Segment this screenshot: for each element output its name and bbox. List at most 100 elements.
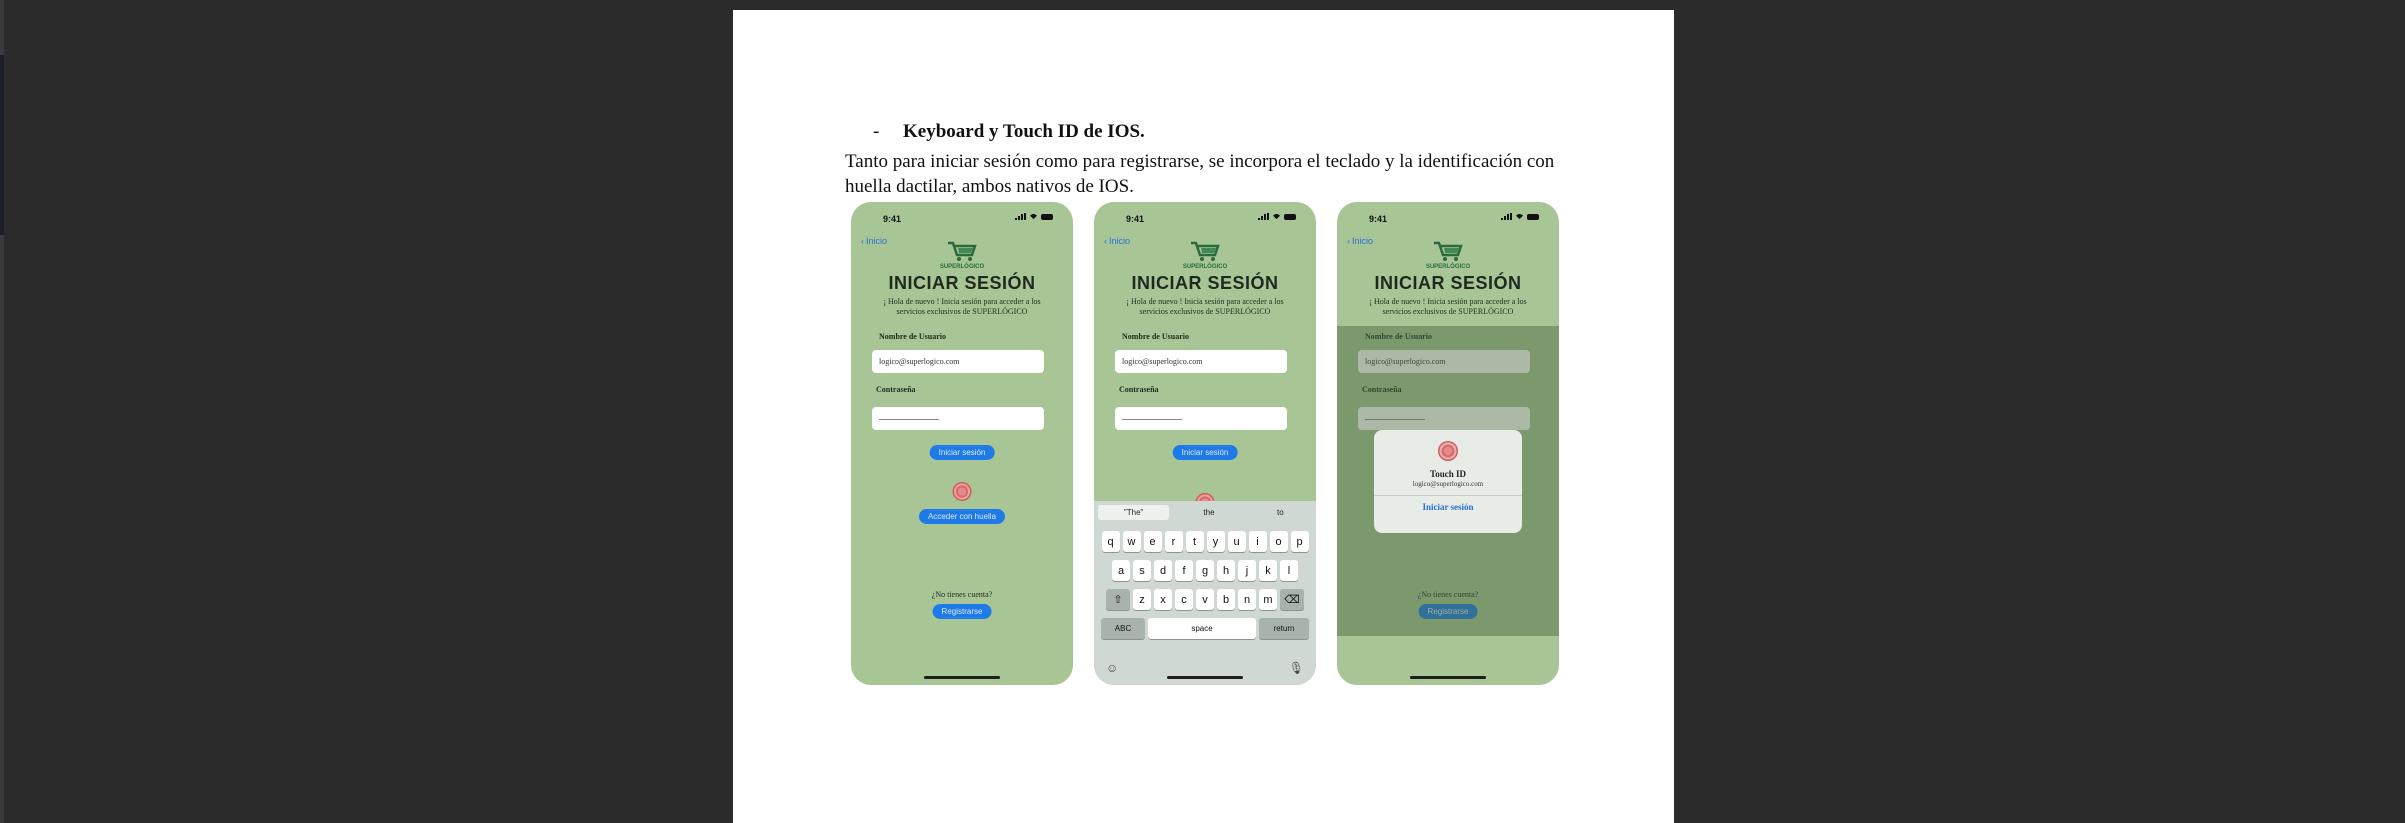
phone-login-screen: 9:41 ‹ Inicio SUPERLÓGICO INICIAR SESIÓN … <box>851 202 1073 685</box>
key[interactable]: a <box>1112 560 1130 581</box>
battery-icon <box>1284 213 1296 220</box>
key[interactable]: t <box>1185 531 1204 552</box>
signal-icon <box>1258 213 1269 220</box>
key[interactable]: h <box>1217 560 1235 581</box>
key[interactable]: u <box>1227 531 1246 552</box>
section-heading: - Keyboard y Touch ID de IOS. <box>873 121 1145 143</box>
key[interactable]: j <box>1238 560 1256 581</box>
username-label: Nombre de Usuario <box>1122 332 1189 341</box>
brand-name: SUPERLÓGICO <box>1425 264 1471 270</box>
brand-name: SUPERLÓGICO <box>939 264 985 270</box>
status-icons <box>1258 213 1296 220</box>
touch-id-account: logico@superlogico.com <box>1412 480 1484 488</box>
key[interactable]: d <box>1154 560 1172 581</box>
suggestion-item[interactable]: "The" <box>1098 504 1170 520</box>
key-row-1: q w e r t y u i o p <box>1094 531 1316 552</box>
return-key[interactable]: return <box>1259 618 1309 639</box>
key[interactable]: r <box>1164 531 1183 552</box>
back-button[interactable]: ‹ Inicio <box>1347 236 1373 246</box>
password-field[interactable] <box>1115 407 1287 430</box>
touch-id-title: Touch ID <box>1430 469 1466 479</box>
signal-icon <box>1015 213 1026 220</box>
home-indicator <box>924 676 1000 679</box>
key[interactable]: g <box>1196 560 1214 581</box>
username-field[interactable]: logico@superlogico.com <box>872 350 1044 373</box>
password-field[interactable] <box>872 407 1044 430</box>
bullet-marker: - <box>873 121 880 142</box>
username-field[interactable]: logico@superlogico.com <box>1115 350 1287 373</box>
status-time: 9:41 <box>1126 214 1145 224</box>
key[interactable]: l <box>1280 560 1298 581</box>
screen-subtitle: ¡ Hola de nuevo ! Inicia sesión para acc… <box>883 297 1041 316</box>
register-button[interactable]: Registrarse <box>932 604 992 619</box>
key[interactable]: i <box>1248 531 1267 552</box>
status-time: 9:41 <box>1369 214 1388 224</box>
home-indicator <box>1167 676 1243 679</box>
key[interactable]: s <box>1133 560 1151 581</box>
suggestion-bar: "The" the to <box>1094 501 1316 523</box>
key-row-2: a s d f g h j k l <box>1094 560 1316 581</box>
shift-icon[interactable]: ⇧ <box>1106 589 1130 610</box>
key-row-3: ⇧ z x c v b n m ⌫ <box>1094 589 1316 610</box>
cart-logo-icon <box>1434 241 1463 261</box>
home-indicator <box>1410 676 1486 679</box>
key[interactable]: y <box>1206 531 1225 552</box>
status-icons <box>1015 213 1053 220</box>
chevron-left-icon: ‹ <box>1104 236 1107 246</box>
suggestion-item[interactable]: the <box>1173 508 1244 517</box>
password-label: Contraseña <box>1119 385 1159 394</box>
dialog-divider <box>1374 495 1522 496</box>
key[interactable]: p <box>1290 531 1309 552</box>
status-icons <box>1501 213 1539 220</box>
login-button[interactable]: Iniciar sesión <box>1172 445 1238 460</box>
phone-touch-id-screen: 9:41 ‹ Inicio SUPERLÓGICO INICIAR SESIÓN … <box>1337 202 1559 685</box>
fingerprint-login-button[interactable]: Acceder con huella <box>918 509 1006 524</box>
key[interactable]: n <box>1238 589 1256 610</box>
wifi-icon <box>1030 213 1037 220</box>
screen-title: INICIAR SESIÓN <box>1374 273 1522 293</box>
back-button[interactable]: ‹ Inicio <box>861 236 887 246</box>
key[interactable]: v <box>1196 589 1214 610</box>
phone-keyboard-screen: 9:41 ‹ Inicio SUPERLÓGICO INICIAR SESIÓN … <box>1094 202 1316 685</box>
wifi-icon <box>1516 213 1523 220</box>
cart-logo-icon <box>1191 241 1220 261</box>
key[interactable]: z <box>1133 589 1151 610</box>
chevron-left-icon: ‹ <box>861 236 864 246</box>
brand-name: SUPERLÓGICO <box>1182 264 1228 270</box>
backspace-icon[interactable]: ⌫ <box>1280 589 1304 610</box>
key[interactable]: w <box>1122 531 1141 552</box>
fingerprint-icon[interactable] <box>952 482 972 501</box>
chevron-left-icon: ‹ <box>1347 236 1350 246</box>
key[interactable]: o <box>1269 531 1288 552</box>
microphone-icon[interactable]: 🎙 <box>1289 661 1304 675</box>
emoji-icon[interactable]: ☺ <box>1106 661 1118 675</box>
heading-text: Keyboard y Touch ID de IOS. <box>903 121 1145 142</box>
login-button[interactable]: Iniciar sesión <box>929 445 995 460</box>
screen-subtitle: ¡ Hola de nuevo ! Inicia sesión para acc… <box>1369 297 1527 316</box>
sidebar-indicator <box>0 55 4 235</box>
username-label: Nombre de Usuario <box>879 332 946 341</box>
cart-logo-icon <box>948 241 977 261</box>
signal-icon <box>1501 213 1512 220</box>
key[interactable]: e <box>1143 531 1162 552</box>
screen-title: INICIAR SESIÓN <box>888 273 1036 293</box>
suggestion-item[interactable]: to <box>1245 508 1316 517</box>
body-paragraph: Tanto para iniciar sesión como para regi… <box>845 151 1555 197</box>
key[interactable]: c <box>1175 589 1193 610</box>
password-label: Contraseña <box>876 385 916 394</box>
key[interactable]: m <box>1259 589 1277 610</box>
touch-id-login-button[interactable]: Iniciar sesión <box>1374 502 1522 512</box>
key[interactable]: k <box>1259 560 1277 581</box>
key[interactable]: b <box>1217 589 1235 610</box>
screen-title: INICIAR SESIÓN <box>1131 273 1279 293</box>
ios-keyboard: "The" the to q w e r t y u i o p a s d f <box>1094 501 1316 685</box>
abc-key[interactable]: ABC <box>1101 618 1145 639</box>
wifi-icon <box>1273 213 1280 220</box>
key[interactable]: x <box>1154 589 1172 610</box>
back-button[interactable]: ‹ Inicio <box>1104 236 1130 246</box>
key[interactable]: q <box>1101 531 1120 552</box>
space-key[interactable]: space <box>1148 618 1256 639</box>
document-page: - Keyboard y Touch ID de IOS. Tanto para … <box>733 10 1674 823</box>
status-time: 9:41 <box>883 214 902 224</box>
key[interactable]: f <box>1175 560 1193 581</box>
